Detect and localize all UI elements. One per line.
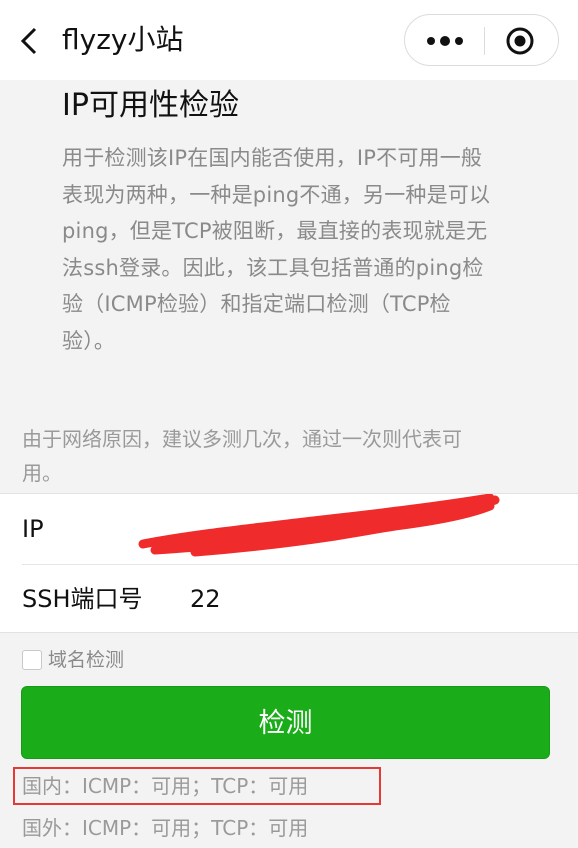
capsule-divider — [484, 27, 485, 55]
intro-line: 验）。 — [62, 328, 116, 353]
overseas-result: 国外：ICMP：可用；TCP：可用 — [22, 816, 309, 840]
back-arrow-icon[interactable] — [18, 26, 44, 56]
check-button[interactable]: 检测 — [21, 686, 550, 759]
ssh-port-row: SSH端口号 — [0, 564, 578, 634]
navigation-bar: flyzy小站 — [0, 0, 578, 80]
intro-line: 法ssh登录。因此，该工具包括普通的ping检 — [62, 255, 484, 280]
domain-check-label: 域名检测 — [48, 649, 125, 671]
close-mini-program-icon[interactable] — [505, 26, 535, 56]
mini-program-title: flyzy小站 — [62, 23, 184, 56]
ip-row: IP — [0, 494, 578, 564]
intro-paragraph: 用于检测该IP在国内能否使用，IP不可用一般 表现为两种，一种是ping不通，另… — [62, 140, 518, 359]
intro-line: 表现为两种，一种是ping不通，另一种是可以 — [62, 182, 491, 207]
intro-line: 用于检测该IP在国内能否使用，IP不可用一般 — [62, 146, 483, 170]
menu-capsule — [404, 14, 559, 66]
more-options-icon[interactable] — [425, 29, 465, 53]
ssh-port-label: SSH端口号 — [22, 585, 143, 613]
tip-line: 由于网络原因，建议多测几次，通过一次则代表可 — [22, 427, 462, 451]
check-form: IP SSH端口号 — [0, 493, 578, 633]
intro-line: ping，但是TCP被阻断，最直接的表现就是无 — [62, 219, 488, 243]
intro-line: 验（ICMP检验）和指定端口检测（TCP检 — [62, 292, 451, 316]
page-title: IP可用性检验 — [62, 88, 239, 123]
ssh-port-input[interactable] — [190, 578, 550, 620]
tip-line: 用。 — [22, 461, 62, 485]
domain-check-checkbox[interactable] — [22, 650, 42, 670]
annotation-highlight-box — [13, 767, 381, 805]
tip-text: 由于网络原因，建议多测几次，通过一次则代表可 用。 — [22, 422, 542, 490]
ip-label: IP — [22, 515, 44, 543]
ip-input[interactable] — [190, 508, 550, 550]
